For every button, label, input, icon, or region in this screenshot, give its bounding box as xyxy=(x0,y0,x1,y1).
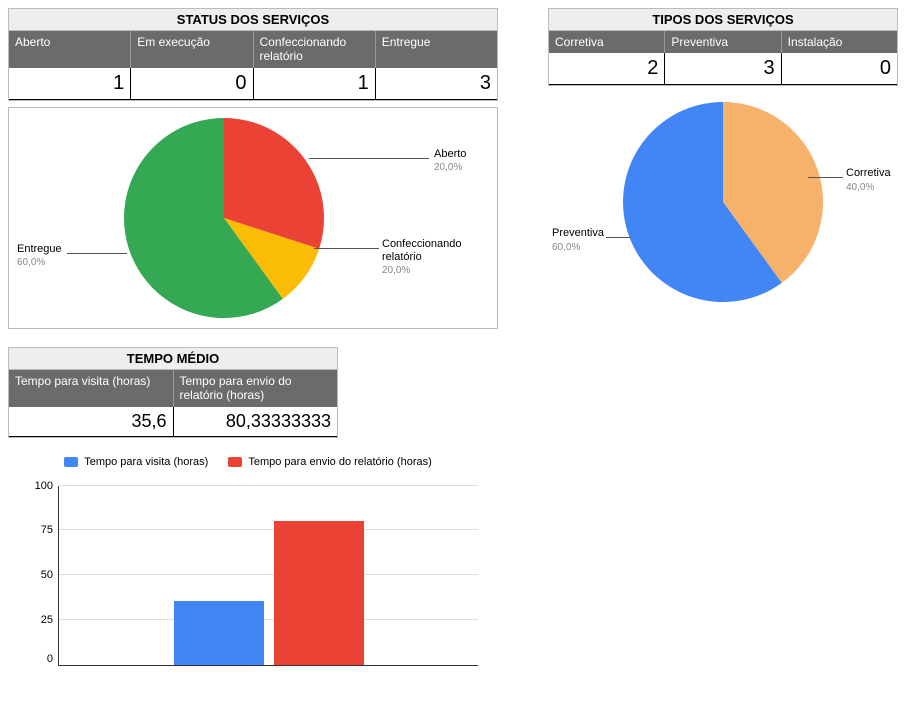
tipos-pie-chart: Corretiva 40,0% Preventiva 60,0% xyxy=(548,92,898,312)
legend-text: Tempo para envio do relatório (horas) xyxy=(248,456,431,468)
bar-relatorio xyxy=(274,521,364,665)
tipos-header: Instalação xyxy=(782,31,897,53)
pie-label-pct: 20,0% xyxy=(382,265,410,276)
tempo-value-row: 35,6 80,33333333 xyxy=(9,407,337,437)
status-header-row: Aberto Em execução Confeccionando relató… xyxy=(9,31,497,68)
status-pie-chart: Aberto 20,0% Confeccionando relatório 20… xyxy=(8,107,498,329)
legend-swatch-red xyxy=(228,457,242,467)
tipos-header: Preventiva xyxy=(665,31,781,53)
pie-label-text: Corretiva xyxy=(846,167,891,179)
pie-label-text: Entregue xyxy=(17,243,62,255)
ytick: 100 xyxy=(19,480,53,492)
label-line xyxy=(309,158,429,159)
pie-label-aberto: Aberto 20,0% xyxy=(434,148,466,174)
status-value: 1 xyxy=(254,68,376,100)
legend-item: Tempo para visita (horas) xyxy=(64,456,208,468)
label-line xyxy=(314,248,379,249)
pie-label-conf: Confeccionando relatório 20,0% xyxy=(382,238,497,278)
legend-item: Tempo para envio do relatório (horas) xyxy=(228,456,431,468)
tipos-header: Corretiva xyxy=(549,31,665,53)
label-line xyxy=(606,237,631,238)
status-value: 3 xyxy=(376,68,497,100)
tempo-title: TEMPO MÉDIO xyxy=(9,348,337,370)
tipos-pie-svg xyxy=(623,102,823,302)
legend-text: Tempo para visita (horas) xyxy=(84,456,208,468)
status-header: Entregue xyxy=(376,31,497,68)
label-line xyxy=(67,253,127,254)
bar-legend: Tempo para visita (horas) Tempo para env… xyxy=(8,448,488,476)
ytick: 25 xyxy=(19,614,53,626)
tempo-value: 35,6 xyxy=(9,407,174,437)
pie-label-corretiva: Corretiva 40,0% xyxy=(846,167,891,193)
status-panel: STATUS DOS SERVIÇOS Aberto Em execução C… xyxy=(8,8,498,101)
status-value: 1 xyxy=(9,68,131,100)
status-header: Confeccionando relatório xyxy=(254,31,376,68)
tempo-panel: TEMPO MÉDIO Tempo para visita (horas) Te… xyxy=(8,347,338,438)
status-header: Aberto xyxy=(9,31,131,68)
pie-label-text: Confeccionando relatório xyxy=(382,238,462,263)
status-value-row: 1 0 1 3 xyxy=(9,68,497,100)
ytick: 0 xyxy=(19,653,53,665)
tempo-header: Tempo para envio do relatório (horas) xyxy=(174,370,338,407)
pie-label-pct: 60,0% xyxy=(17,257,45,268)
tipos-value: 3 xyxy=(665,53,781,85)
tipos-title: TIPOS DOS SERVIÇOS xyxy=(549,9,897,31)
pie-label-text: Aberto xyxy=(434,148,466,160)
pie-label-preventiva: Preventiva 60,0% xyxy=(552,227,604,253)
pie-label-pct: 40,0% xyxy=(846,182,874,193)
tempo-header: Tempo para visita (horas) xyxy=(9,370,174,407)
tipos-panel: TIPOS DOS SERVIÇOS Corretiva Preventiva … xyxy=(548,8,898,86)
ytick: 50 xyxy=(19,569,53,581)
pie-label-entregue: Entregue 60,0% xyxy=(17,243,62,269)
legend-swatch-blue xyxy=(64,457,78,467)
tipos-header-row: Corretiva Preventiva Instalação xyxy=(549,31,897,53)
bar-grid: 100 75 50 25 0 xyxy=(58,486,478,666)
bar-visita xyxy=(174,601,264,665)
ytick: 75 xyxy=(19,524,53,536)
status-title: STATUS DOS SERVIÇOS xyxy=(9,9,497,31)
pie-label-pct: 20,0% xyxy=(434,162,462,173)
tipos-value: 2 xyxy=(549,53,665,85)
status-value: 0 xyxy=(131,68,253,100)
pie-label-text: Preventiva xyxy=(552,227,604,239)
tempo-bar-chart: Tempo para visita (horas) Tempo para env… xyxy=(8,448,488,716)
tempo-value: 80,33333333 xyxy=(174,407,338,437)
status-pie-svg xyxy=(124,118,324,318)
tipos-value-row: 2 3 0 xyxy=(549,53,897,85)
tipos-value: 0 xyxy=(782,53,897,85)
pie-label-pct: 60,0% xyxy=(552,242,580,253)
label-line xyxy=(808,177,843,178)
tempo-header-row: Tempo para visita (horas) Tempo para env… xyxy=(9,370,337,407)
status-header: Em execução xyxy=(131,31,253,68)
